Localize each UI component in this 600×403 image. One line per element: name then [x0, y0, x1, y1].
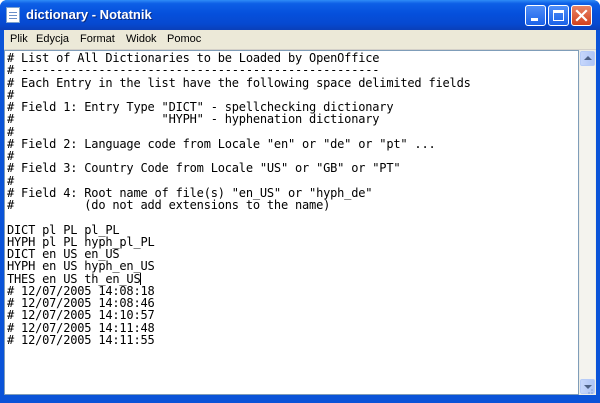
- text-line[interactable]: #: [7, 125, 578, 138]
- notepad-app-icon[interactable]: [6, 7, 20, 23]
- maximize-icon: [553, 10, 564, 21]
- vertical-scrollbar[interactable]: [579, 50, 596, 395]
- text-line[interactable]: #: [7, 174, 578, 187]
- menu-format[interactable]: Format: [77, 32, 118, 47]
- text-line[interactable]: THES en US th_en_US: [7, 272, 578, 285]
- text-line[interactable]: # --------------------------------------…: [7, 64, 578, 77]
- text-line[interactable]: # Each Entry in the list have the follow…: [7, 76, 578, 89]
- text-line[interactable]: # 12/07/2005 14:10:57: [7, 309, 578, 322]
- text-line[interactable]: # 12/07/2005 14:11:48: [7, 321, 578, 334]
- menu-bar: Plik Edycja Format Widok Pomoc: [4, 30, 596, 50]
- maximize-button[interactable]: [548, 5, 569, 26]
- text-caret: [140, 272, 142, 285]
- notepad-window: dictionary - Notatnik Plik Edycja Format…: [0, 0, 600, 403]
- minimize-button[interactable]: [525, 5, 546, 26]
- arrow-up-icon: [584, 56, 592, 60]
- text-line[interactable]: # 12/07/2005 14:11:55: [7, 333, 578, 346]
- scroll-up-button[interactable]: [580, 51, 595, 66]
- close-button[interactable]: [571, 5, 592, 26]
- text-line[interactable]: HYPH en US hyph_en_US: [7, 260, 578, 273]
- menu-pomoc[interactable]: Pomoc: [164, 32, 204, 47]
- close-icon: [575, 9, 588, 22]
- text-line[interactable]: # Field 3: Country Code from Locale "US"…: [7, 162, 578, 175]
- window-frame-bottom: [0, 395, 600, 403]
- text-line[interactable]: DICT pl PL pl_PL: [7, 223, 578, 236]
- text-line[interactable]: [7, 211, 578, 223]
- title-bar[interactable]: dictionary - Notatnik: [0, 0, 600, 30]
- text-line[interactable]: # (do not add extensions to the name): [7, 199, 578, 212]
- menu-plik[interactable]: Plik: [7, 32, 31, 47]
- text-editor[interactable]: # List of All Dictionaries to be Loaded …: [4, 50, 579, 395]
- text-line[interactable]: # "HYPH" - hyphenation dictionary: [7, 113, 578, 126]
- menu-widok[interactable]: Widok: [123, 32, 160, 47]
- resize-grip-icon[interactable]: [582, 387, 594, 395]
- editor-text[interactable]: # List of All Dictionaries to be Loaded …: [5, 51, 578, 346]
- minimize-icon: [531, 18, 538, 21]
- menu-edycja[interactable]: Edycja: [33, 32, 72, 47]
- text-line[interactable]: # Field 2: Language code from Locale "en…: [7, 137, 578, 150]
- window-title: dictionary - Notatnik: [26, 7, 152, 22]
